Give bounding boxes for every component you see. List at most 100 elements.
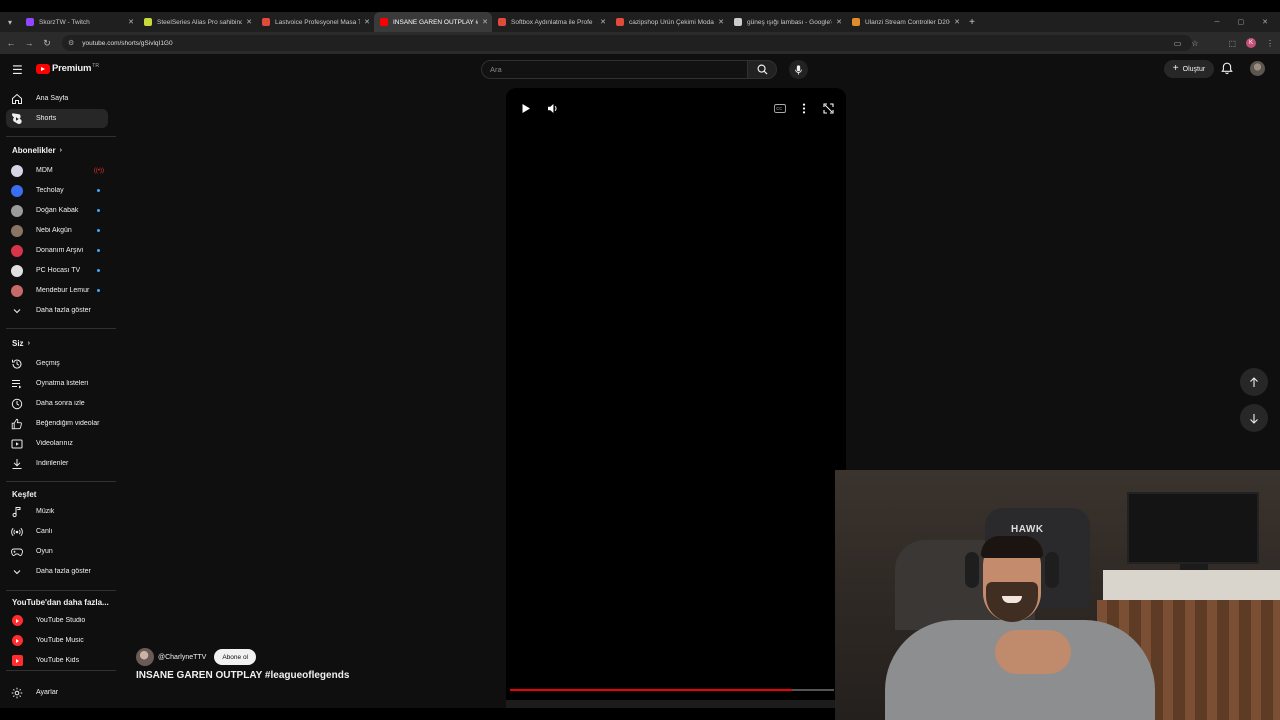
back-icon[interactable]: ← xyxy=(2,38,20,48)
progress-bar[interactable] xyxy=(510,689,834,691)
browser-tab[interactable]: cazipshop Ürün Çekimi Moda ✕ xyxy=(610,12,728,32)
account-avatar[interactable] xyxy=(1250,61,1265,76)
sidebar-item-daha-fazla-goster[interactable]: Daha fazla göster xyxy=(6,301,108,320)
subscriptions-header[interactable]: Abonelikler › xyxy=(12,146,62,155)
sidebar-item-youtube-kids[interactable]: YouTube Kids xyxy=(6,651,108,670)
short-info: @CharlyneTTV Abone ol INSANE GAREN OUTPL… xyxy=(136,648,349,681)
sidebar-item-gecmis[interactable]: Geçmiş xyxy=(6,354,108,373)
sidebar-item-techolay[interactable]: Techolay xyxy=(6,181,108,200)
sidebar-item-canli[interactable]: Canlı xyxy=(6,522,108,541)
sidebar-item-label: Techolay xyxy=(36,187,64,194)
tab-close-icon[interactable]: ✕ xyxy=(718,18,724,26)
close-window-icon[interactable]: ✕ xyxy=(1262,18,1268,26)
search-button[interactable] xyxy=(747,60,777,79)
tab-favicon-icon xyxy=(144,18,152,26)
sidebar-item-muzik[interactable]: Müzik xyxy=(6,502,108,521)
guide-menu-icon[interactable]: ☰ xyxy=(12,63,23,77)
browser-tab[interactable]: Ulanzi Stream Controller D200 ✕ xyxy=(846,12,964,32)
tab-search-icon[interactable]: ▾ xyxy=(0,12,20,32)
logo-text: Premium xyxy=(52,63,92,74)
you-header[interactable]: Siz › xyxy=(12,339,30,348)
shorts-player[interactable]: CC xyxy=(506,88,846,708)
sidebar-item-dogan-kabak[interactable]: Doğan Kabak xyxy=(6,201,108,220)
headphone-left xyxy=(965,552,979,588)
tab-close-icon[interactable]: ✕ xyxy=(128,18,134,26)
tab-close-icon[interactable]: ✕ xyxy=(364,18,370,26)
maximize-icon[interactable]: ▢ xyxy=(1238,18,1245,26)
volume-icon[interactable] xyxy=(545,100,561,116)
browser-tab[interactable]: güneş ışığı lambası - Google'da ✕ xyxy=(728,12,846,32)
webcam-overlay: HAWK xyxy=(835,470,1280,720)
sidebar-item-begendigim-videolar[interactable]: Beğendiğim videolar xyxy=(6,414,108,433)
sidebar-item-ayarlar[interactable]: Ayarlar xyxy=(6,683,108,702)
sidebar-item-mdm[interactable]: MDM ((•)) xyxy=(6,161,108,180)
tab-close-icon[interactable]: ✕ xyxy=(246,18,252,26)
browser-tab[interactable]: SkorzTW - Twitch ✕ xyxy=(20,12,138,32)
browser-menu-icon[interactable]: ⋮ xyxy=(1266,39,1274,48)
sidebar-item-donanim-arsivi[interactable]: Donanım Arşivi xyxy=(6,241,108,260)
site-info-icon[interactable]: ⚙ xyxy=(68,39,74,47)
channel-avatar[interactable] xyxy=(136,648,154,666)
install-app-icon[interactable]: ▭ xyxy=(1174,39,1182,48)
tab-close-icon[interactable]: ✕ xyxy=(836,18,842,26)
tab-close-icon[interactable]: ✕ xyxy=(482,18,488,26)
sidebar-item-pc-hocasi-tv[interactable]: PC Hocası TV xyxy=(6,261,108,280)
sidebar-item-label: Doğan Kabak xyxy=(36,207,79,214)
reload-icon[interactable]: ↻ xyxy=(38,38,56,49)
sidebar-item-label: Daha fazla göster xyxy=(36,568,91,575)
chevron-down-icon xyxy=(11,566,23,578)
address-bar[interactable]: ⚙ youtube.com/shorts/gSivlqI1G0 xyxy=(62,35,1192,51)
sidebar-item-nebi-akgun[interactable]: Nebi Akgün xyxy=(6,221,108,240)
more-options-icon[interactable] xyxy=(796,100,812,116)
history-icon xyxy=(11,358,23,370)
notifications-icon[interactable] xyxy=(1221,62,1233,80)
sidebar-item-mendebur-lemur[interactable]: Mendebur Lemur xyxy=(6,281,108,300)
sidebar-item-youtube-studio[interactable]: YouTube Studio xyxy=(6,611,108,630)
profile-avatar[interactable]: K xyxy=(1246,38,1256,48)
browser-tab[interactable]: SteelSeries Alias Pro sahibinden ✕ xyxy=(138,12,256,32)
sidebar-item-label: PC Hocası TV xyxy=(36,267,81,274)
create-button[interactable]: + Oluştur xyxy=(1164,60,1214,78)
fullscreen-icon[interactable] xyxy=(820,100,836,116)
new-tab-icon[interactable]: + xyxy=(964,17,980,28)
browser-tab[interactable]: Lastvoice Profesyonel Masa Tipi ✕ xyxy=(256,12,374,32)
section-title: YouTube'dan daha fazla... xyxy=(12,598,109,607)
tab-favicon-icon xyxy=(734,18,742,26)
new-content-indicator xyxy=(97,209,100,212)
channel-avatar xyxy=(11,164,23,177)
voice-search-button[interactable] xyxy=(789,60,808,79)
sidebar-item-i-ndirilenler[interactable]: İndirilenler xyxy=(6,454,108,473)
tab-close-icon[interactable]: ✕ xyxy=(954,18,960,26)
sidebar-item-daha-fazla-goster[interactable]: Daha fazla göster xyxy=(6,562,108,581)
sidebar-item-ana-sayfa[interactable]: Ana Sayfa xyxy=(6,89,108,108)
bookmark-star-icon[interactable]: ☆ xyxy=(1191,39,1198,48)
channel-name[interactable]: @CharlyneTTV xyxy=(158,654,206,661)
forward-icon[interactable]: → xyxy=(20,38,38,48)
sidebar-item-oyun[interactable]: Oyun xyxy=(6,542,108,561)
tab-close-icon[interactable]: ✕ xyxy=(600,18,606,26)
youtube-logo[interactable]: Premium TR xyxy=(36,63,99,74)
sidebar-item-label: Donanım Arşivi xyxy=(36,247,84,254)
sidebar-item-daha-sonra-izle[interactable]: Daha sonra izle xyxy=(6,394,108,413)
browser-tab[interactable]: INSANE GAREN OUTPLAY #leag ✕ xyxy=(374,12,492,32)
new-content-indicator xyxy=(97,249,100,252)
channel-row: @CharlyneTTV Abone ol xyxy=(136,648,349,666)
live-indicator-icon: ((•)) xyxy=(93,167,104,174)
play-icon[interactable] xyxy=(518,100,534,116)
captions-icon[interactable]: CC xyxy=(772,100,788,116)
webcam-cabinet xyxy=(1103,570,1280,600)
sidebar-item-shorts[interactable]: Shorts xyxy=(6,109,108,128)
next-short-button[interactable] xyxy=(1240,404,1268,432)
channel-avatar xyxy=(11,244,23,257)
browser-tab[interactable]: Softbox Aydınlatma ile Profe ✕ xyxy=(492,12,610,32)
extensions-icon[interactable]: ⬚ xyxy=(1228,39,1236,48)
previous-short-button[interactable] xyxy=(1240,368,1268,396)
sidebar-item-videolariniz[interactable]: Videolarınız xyxy=(6,434,108,453)
sidebar-item-youtube-music[interactable]: YouTube Music xyxy=(6,631,108,650)
subscribe-button[interactable]: Abone ol xyxy=(214,649,257,665)
minimize-icon[interactable]: ─ xyxy=(1215,19,1220,26)
sidebar-item-oynatma-listeleri[interactable]: Oynatma listeleri xyxy=(6,374,108,393)
chevron-right-icon: › xyxy=(27,340,30,347)
search-input[interactable] xyxy=(481,60,748,79)
short-title[interactable]: INSANE GAREN OUTPLAY #leagueoflegends xyxy=(136,670,349,681)
